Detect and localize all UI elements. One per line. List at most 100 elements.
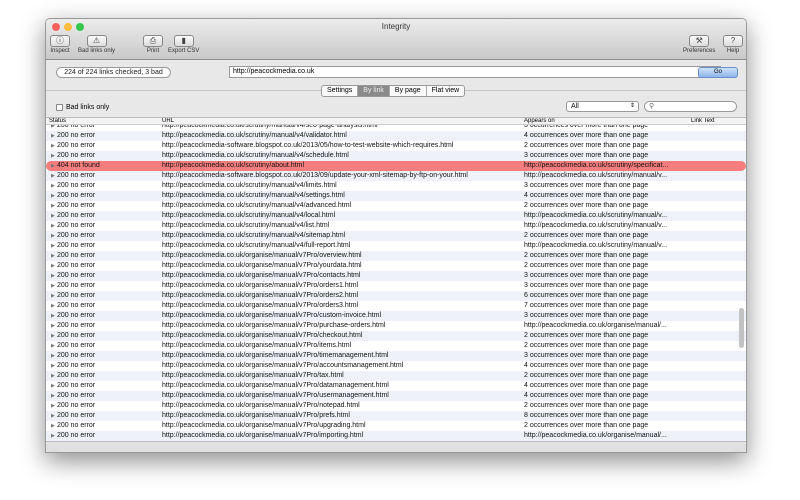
disclosure-triangle-icon[interactable]: ▶ bbox=[51, 421, 55, 431]
table-row[interactable]: ▶ 200 no error http://peacockmedia.co.uk… bbox=[46, 191, 746, 201]
disclosure-triangle-icon[interactable]: ▶ bbox=[51, 141, 55, 151]
column-link-text[interactable]: Link Text bbox=[691, 118, 715, 125]
url-cell: http://peacockmedia.co.uk/organise/manua… bbox=[162, 262, 362, 269]
table-row[interactable]: ▶ 200 no error http://peacockmedia.co.uk… bbox=[46, 231, 746, 241]
appears-on-cell: http://peacockmedia.co.uk/scrutiny/manua… bbox=[524, 172, 668, 179]
disclosure-triangle-icon[interactable]: ▶ bbox=[51, 341, 55, 351]
export-csv-button[interactable]: ▮ Export CSV bbox=[168, 35, 199, 54]
table-row[interactable]: ▶ 404 not found http://peacockmedia.co.u… bbox=[46, 161, 746, 171]
column-appears-on[interactable]: Appears on bbox=[524, 118, 555, 125]
disclosure-triangle-icon[interactable]: ▶ bbox=[51, 261, 55, 271]
status-cell: 200 no error bbox=[57, 282, 96, 289]
appears-on-cell: 4 occurrences over more than one page bbox=[524, 392, 649, 399]
disclosure-triangle-icon[interactable]: ▶ bbox=[51, 171, 55, 181]
preferences-button[interactable]: ⚒ Preferences bbox=[683, 35, 715, 54]
table-row[interactable]: ▶ 200 no error http://peacockmedia.co.uk… bbox=[46, 421, 746, 431]
disclosure-triangle-icon[interactable]: ▶ bbox=[51, 241, 55, 251]
column-url[interactable]: URL bbox=[162, 118, 174, 125]
disclosure-triangle-icon[interactable]: ▶ bbox=[51, 271, 55, 281]
column-status[interactable]: Status bbox=[49, 118, 66, 125]
disclosure-triangle-icon[interactable]: ▶ bbox=[51, 401, 55, 411]
disclosure-triangle-icon[interactable]: ▶ bbox=[51, 351, 55, 361]
disclosure-triangle-icon[interactable]: ▶ bbox=[51, 151, 55, 161]
links-table: Status URL Appears on Link Text ▶ 200 no… bbox=[46, 117, 746, 441]
status-cell: 200 no error bbox=[57, 392, 96, 399]
disclosure-triangle-icon[interactable]: ▶ bbox=[51, 231, 55, 241]
disclosure-triangle-icon[interactable]: ▶ bbox=[51, 311, 55, 321]
url-input[interactable]: http://peacockmedia.co.uk bbox=[229, 66, 721, 78]
go-button[interactable]: Go bbox=[698, 67, 738, 78]
disclosure-triangle-icon[interactable]: ▶ bbox=[51, 371, 55, 381]
url-cell: http://peacockmedia.co.uk/organise/manua… bbox=[162, 252, 362, 259]
disclosure-triangle-icon[interactable]: ▶ bbox=[51, 221, 55, 231]
table-row[interactable]: ▶ 200 no error http://peacockmedia.co.uk… bbox=[46, 271, 746, 281]
disclosure-triangle-icon[interactable]: ▶ bbox=[51, 251, 55, 261]
disclosure-triangle-icon[interactable]: ▶ bbox=[51, 331, 55, 341]
table-body: ▶ 200 no error http://peacockmedia.co.uk… bbox=[46, 121, 746, 441]
table-row[interactable]: ▶ 200 no error http://peacockmedia.co.uk… bbox=[46, 361, 746, 371]
table-row[interactable]: ▶ 200 no error http://peacockmedia.co.uk… bbox=[46, 371, 746, 381]
disclosure-triangle-icon[interactable]: ▶ bbox=[51, 391, 55, 401]
table-row[interactable]: ▶ 200 no error http://peacockmedia.co.uk… bbox=[46, 331, 746, 341]
table-row[interactable]: ▶ 200 no error http://peacockmedia.co.uk… bbox=[46, 301, 746, 311]
scrollbar[interactable] bbox=[739, 308, 744, 348]
status-cell: 200 no error bbox=[57, 262, 96, 269]
table-row[interactable]: ▶ 200 no error http://peacockmedia.co.uk… bbox=[46, 341, 746, 351]
status-cell: 200 no error bbox=[57, 412, 96, 419]
table-row[interactable]: ▶ 200 no error http://peacockmedia.co.uk… bbox=[46, 291, 746, 301]
table-row[interactable]: ▶ 200 no error http://peacockmedia.co.uk… bbox=[46, 431, 746, 441]
print-button[interactable]: ⎙ Print bbox=[143, 35, 163, 54]
url-cell: http://peacockmedia.co.uk/organise/manua… bbox=[162, 392, 389, 399]
disclosure-triangle-icon[interactable]: ▶ bbox=[51, 181, 55, 191]
bad-links-only-button[interactable]: ⚠ Bad links only bbox=[78, 35, 115, 54]
appears-on-cell: 6 occurrences over more than one page bbox=[524, 292, 649, 299]
bad-links-only-checkbox[interactable]: Bad links only bbox=[56, 104, 109, 111]
disclosure-triangle-icon[interactable]: ▶ bbox=[51, 431, 55, 441]
disclosure-triangle-icon[interactable]: ▶ bbox=[51, 191, 55, 201]
url-cell: http://peacockmedia.co.uk/scrutiny/manua… bbox=[162, 192, 345, 199]
disclosure-triangle-icon[interactable]: ▶ bbox=[51, 281, 55, 291]
disclosure-triangle-icon[interactable]: ▶ bbox=[51, 201, 55, 211]
checkbox-icon bbox=[56, 104, 63, 111]
table-row[interactable]: ▶ 200 no error http://peacockmedia-softw… bbox=[46, 171, 746, 181]
disclosure-triangle-icon[interactable]: ▶ bbox=[51, 411, 55, 421]
table-row[interactable]: ▶ 200 no error http://peacockmedia.co.uk… bbox=[46, 351, 746, 361]
disclosure-triangle-icon[interactable]: ▶ bbox=[51, 381, 55, 391]
url-cell: http://peacockmedia.co.uk/organise/manua… bbox=[162, 332, 363, 339]
table-row[interactable]: ▶ 200 no error http://peacockmedia-softw… bbox=[46, 141, 746, 151]
inspect-button[interactable]: ⓘ Inspect bbox=[50, 35, 70, 54]
table-row[interactable]: ▶ 200 no error http://peacockmedia.co.uk… bbox=[46, 201, 746, 211]
filter-select[interactable]: All ⇕ bbox=[566, 101, 639, 112]
tab-by-link[interactable]: By link bbox=[358, 86, 390, 96]
disclosure-triangle-icon[interactable]: ▶ bbox=[51, 301, 55, 311]
table-row[interactable]: ▶ 200 no error http://peacockmedia.co.uk… bbox=[46, 151, 746, 161]
table-row[interactable]: ▶ 200 no error http://peacockmedia.co.uk… bbox=[46, 211, 746, 221]
table-row[interactable]: ▶ 200 no error http://peacockmedia.co.uk… bbox=[46, 391, 746, 401]
disclosure-triangle-icon[interactable]: ▶ bbox=[51, 131, 55, 141]
search-input[interactable]: ⚲ bbox=[644, 101, 737, 112]
table-row[interactable]: ▶ 200 no error http://peacockmedia.co.uk… bbox=[46, 221, 746, 231]
table-row[interactable]: ▶ 200 no error http://peacockmedia.co.uk… bbox=[46, 401, 746, 411]
table-row[interactable]: ▶ 200 no error http://peacockmedia.co.uk… bbox=[46, 261, 746, 271]
table-row[interactable]: ▶ 200 no error http://peacockmedia.co.uk… bbox=[46, 251, 746, 261]
table-row[interactable]: ▶ 200 no error http://peacockmedia.co.uk… bbox=[46, 281, 746, 291]
appears-on-cell: http://peacockmedia.co.uk/scrutiny/manua… bbox=[524, 222, 668, 229]
table-row[interactable]: ▶ 200 no error http://peacockmedia.co.uk… bbox=[46, 311, 746, 321]
disclosure-triangle-icon[interactable]: ▶ bbox=[51, 211, 55, 221]
disclosure-triangle-icon[interactable]: ▶ bbox=[51, 291, 55, 301]
disclosure-triangle-icon[interactable]: ▶ bbox=[51, 321, 55, 331]
table-row[interactable]: ▶ 200 no error http://peacockmedia.co.uk… bbox=[46, 411, 746, 421]
disclosure-triangle-icon[interactable]: ▶ bbox=[51, 361, 55, 371]
tab-flat-view[interactable]: Flat view bbox=[427, 86, 465, 96]
table-row[interactable]: ▶ 200 no error http://peacockmedia.co.uk… bbox=[46, 181, 746, 191]
table-row[interactable]: ▶ 200 no error http://peacockmedia.co.uk… bbox=[46, 241, 746, 251]
print-label: Print bbox=[146, 48, 160, 54]
table-row[interactable]: ▶ 200 no error http://peacockmedia.co.uk… bbox=[46, 131, 746, 141]
help-button[interactable]: ? Help bbox=[723, 35, 743, 54]
table-row[interactable]: ▶ 200 no error http://peacockmedia.co.uk… bbox=[46, 381, 746, 391]
appears-on-cell: http://peacockmedia.co.uk/scrutiny/manua… bbox=[524, 212, 668, 219]
table-row[interactable]: ▶ 200 no error http://peacockmedia.co.uk… bbox=[46, 321, 746, 331]
tab-settings[interactable]: Settings bbox=[322, 86, 359, 96]
tab-by-page[interactable]: By page bbox=[390, 86, 427, 96]
disclosure-triangle-icon[interactable]: ▶ bbox=[51, 161, 55, 171]
